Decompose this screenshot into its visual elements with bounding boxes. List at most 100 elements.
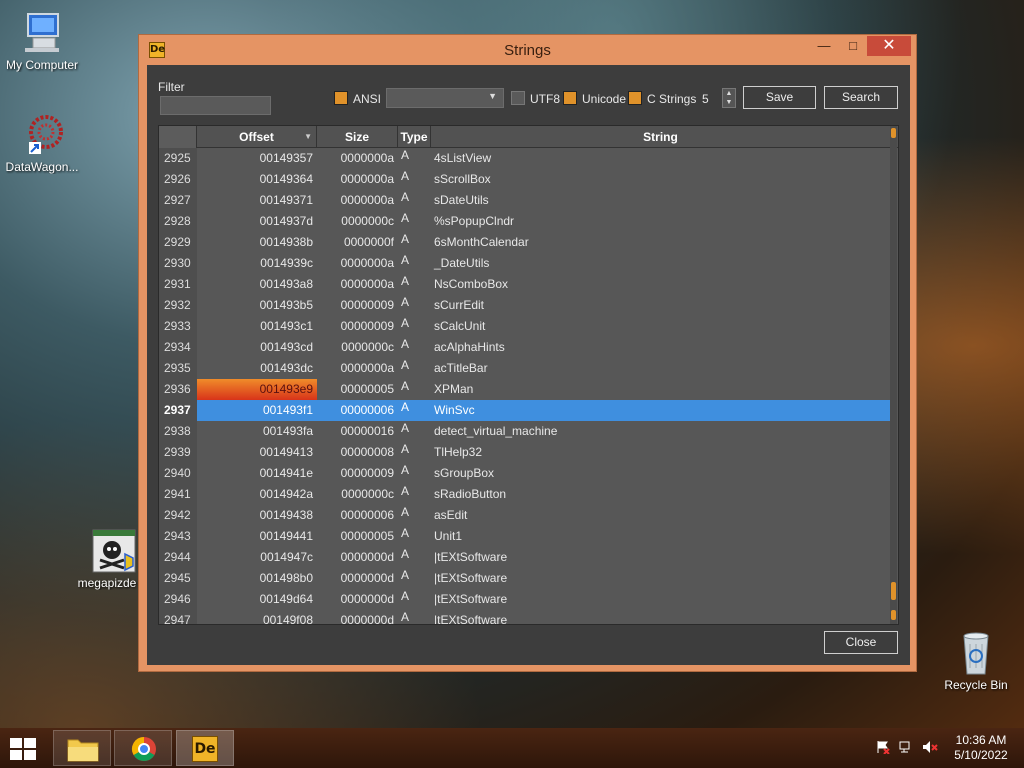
search-button[interactable]: Search [824,86,898,109]
cell-offset: 00149441 [259,529,313,543]
cell-string: |tEXtSoftware [434,571,508,585]
ansi-label: ANSI [353,92,382,106]
network-icon[interactable] [899,740,913,757]
table-row[interactable]: 2929 0014938b 0000000f A 6sMonthCalendar [159,232,898,253]
cell-idx: 2934 [159,337,197,358]
action-center-flag-icon[interactable] [876,740,890,757]
encoding-dropdown[interactable]: ▼ [386,88,504,108]
cell-string: acTitleBar [434,361,488,375]
cell-offset: 00149371 [259,193,313,207]
chrome-icon [131,737,156,762]
cell-idx: 2943 [159,526,197,547]
offset-header-label: Offset [239,130,274,144]
vertical-scrollbar[interactable] [890,126,897,624]
utf8-checkbox[interactable] [511,91,525,105]
min-length-value[interactable]: 5 [702,92,709,106]
cell-type: A [401,610,410,624]
cell-size: 0000000a [340,277,394,291]
cell-type: A [401,421,410,435]
cell-idx: 2931 [159,274,197,295]
cell-type: A [401,148,410,162]
table-row[interactable]: 2947 00149f08 0000000d A |tEXtSoftware [159,610,898,625]
scroll-down-arrow[interactable] [891,610,896,620]
cell-string: |tEXtSoftware [434,613,508,625]
c-strings-checkbox[interactable] [628,91,642,105]
cell-offset: 001493fa [262,424,313,438]
table-row[interactable]: 2938 001493fa 00000016 Adetect_virtual_mach… [159,421,898,442]
table-row[interactable]: 2926 00149364 0000000a AsScrollBox [159,169,898,190]
desktop-icon-datawagon[interactable]: DataWagon... [0,112,84,174]
table-row[interactable]: 2945 001498b0 0000000d A |tEXtSoftware [159,568,898,589]
cell-size: 00000008 [340,445,394,459]
table-row[interactable]: 2925 00149357 0000000a A 4sListView [159,148,898,169]
maximize-button[interactable]: □ [839,36,867,56]
table-row[interactable]: 2930 0014939c 0000000a A _DateUtils [159,253,898,274]
taskbar-clock[interactable]: 10:36 AM 5/10/2022 [948,733,1014,763]
table-row[interactable]: 2941 0014942a 0000000c AsRadioButton [159,484,898,505]
column-header-size[interactable]: Size [317,126,398,148]
cell-string: sDateUtils [434,193,489,207]
windows-start-icon[interactable] [10,738,38,760]
cell-size: 00000005 [340,529,394,543]
desktop-icon-recycle-bin[interactable]: Recycle Bin [934,630,1018,692]
column-header-type[interactable]: Type [398,126,431,148]
close-button[interactable]: Close [824,631,898,654]
table-row[interactable]: 2934 001493cd 0000000c AacAlphaHints [159,337,898,358]
table-row[interactable]: 2939 00149413 00000008 A TlHelp32 [159,442,898,463]
taskbar-chrome[interactable] [114,730,172,766]
scroll-up-arrow[interactable] [891,128,896,138]
spin-up-icon[interactable]: ▲ [723,89,735,98]
table-row[interactable]: 2937 001493f1 00000006 A WinSvc [159,400,898,421]
table-row[interactable]: 2933 001493c1 00000009 AsCalcUnit [159,316,898,337]
taskbar-de-app[interactable]: De [176,730,234,766]
cell-size: 00000006 [340,508,394,522]
table-row[interactable]: 2931 001493a8 0000000a A NsComboBox [159,274,898,295]
table-row[interactable]: 2946 00149d64 0000000d A |tEXtSoftware [159,589,898,610]
table-row[interactable]: 2932 001493b5 00000009 AsCurrEdit [159,295,898,316]
cell-type: A [401,568,410,582]
column-header-index[interactable] [159,126,197,148]
cell-string: TlHelp32 [434,445,483,459]
column-header-string[interactable]: String [431,126,890,148]
minimize-button[interactable]: — [810,36,838,56]
cell-string: Unit1 [434,529,463,543]
table-row[interactable]: 2944 0014947c 0000000d A |tEXtSoftware [159,547,898,568]
taskbar-file-explorer[interactable] [53,730,111,766]
table-row[interactable]: 2927 00149371 0000000a AsDateUtils [159,190,898,211]
filter-input[interactable] [160,96,271,115]
strings-table[interactable]: Offset ▼ Size Type String 2925 00149357 00… [158,125,899,625]
cell-size: 0000000d [340,613,394,625]
column-header-offset[interactable]: Offset ▼ [197,126,317,148]
cell-type: A [401,232,410,246]
unicode-checkbox[interactable] [563,91,577,105]
cell-type: A [398,400,431,421]
cell-size: 0000000d [340,571,394,585]
volume-muted-icon[interactable] [922,740,938,757]
unicode-label: Unicode [582,92,627,106]
close-window-button[interactable]: ✕ [867,36,911,56]
table-row[interactable]: 2935 001493dc 0000000a AacTitleBar [159,358,898,379]
cell-idx: 2946 [159,589,197,610]
spin-down-icon[interactable]: ▼ [723,98,735,107]
cell-offset: 00149438 [259,508,313,522]
ansi-checkbox[interactable] [334,91,348,105]
cell-idx: 2944 [159,547,197,568]
save-button[interactable]: Save [743,86,816,109]
table-row[interactable]: 2940 0014941e 00000009 AsGroupBox [159,463,898,484]
table-row[interactable]: 2943 00149441 00000005 A Unit1 [159,526,898,547]
table-row[interactable]: 2942 00149438 00000006 AasEdit [159,505,898,526]
cell-string: asEdit [434,508,468,522]
cell-string: sGroupBox [434,466,495,480]
cell-size: 0000000d [340,592,394,606]
title-bar[interactable]: De Strings — □ ✕ [139,35,916,65]
clock-time: 10:36 AM [955,733,1007,747]
cell-offset: 0014937d [259,214,313,228]
table-row[interactable]: 2928 0014937d 0000000c A %sPopupClndr [159,211,898,232]
cell-idx: 2928 [159,211,197,232]
table-row[interactable]: 2936 001493e9 00000005 A XPMan [159,379,898,400]
cell-type: A [401,274,410,288]
desktop-icon-my-computer[interactable]: My Computer [0,10,84,72]
scrollbar-thumb[interactable] [891,582,896,600]
min-length-spinner[interactable]: ▲ ▼ [722,88,736,108]
cell-offset: 001493e9 [197,379,317,400]
